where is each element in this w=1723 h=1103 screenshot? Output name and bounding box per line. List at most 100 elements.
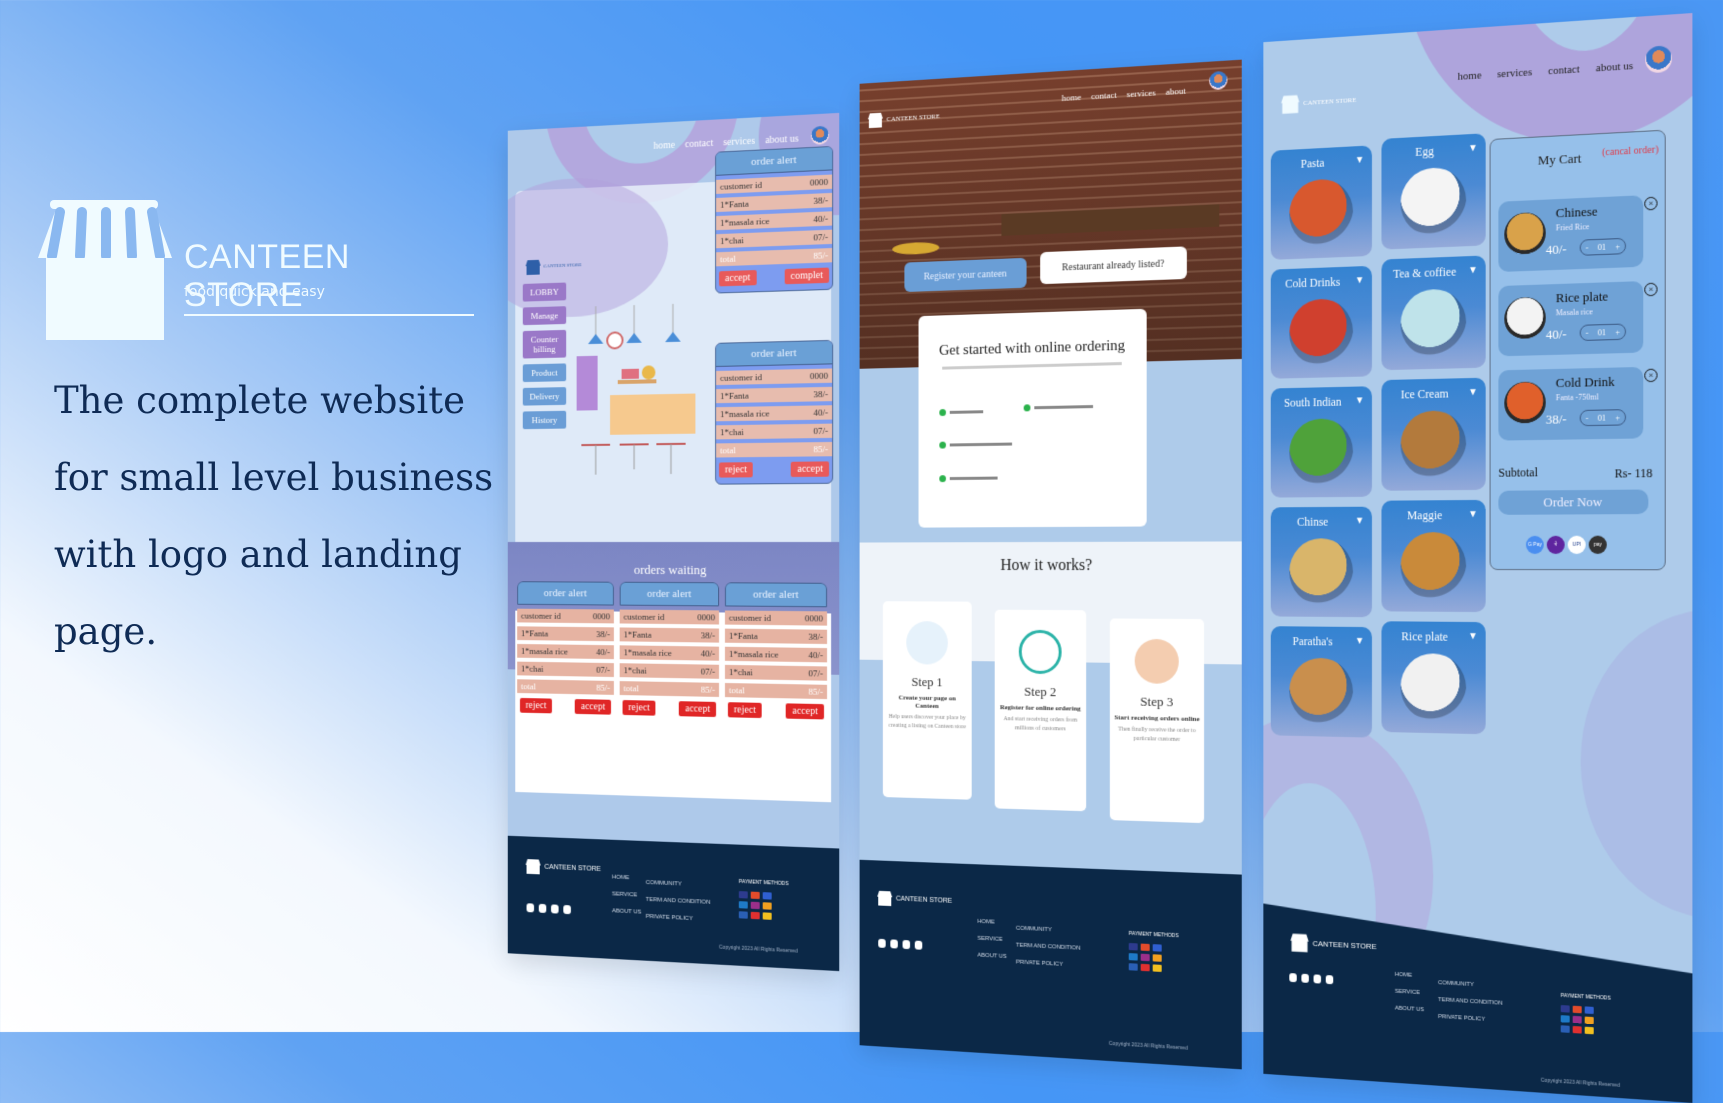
category-card[interactable]: Maggie ▼ (1381, 500, 1485, 612)
nav-link[interactable]: services (723, 136, 755, 149)
chevron-down-icon[interactable]: ▼ (1355, 395, 1364, 406)
reject-button[interactable]: reject (520, 698, 552, 713)
chevron-down-icon[interactable]: ▼ (1468, 143, 1478, 155)
twitter-icon[interactable] (1326, 975, 1334, 984)
footer-link[interactable]: SERVICE (612, 886, 641, 904)
sidebar-button[interactable]: LOBBY (523, 283, 566, 302)
payment-option-icon[interactable]: UPI (1568, 536, 1586, 554)
category-card[interactable]: Ice Cream ▼ (1381, 378, 1485, 491)
quantity-stepper[interactable]: -01+ (1580, 409, 1626, 426)
category-card[interactable]: Paratha's ▼ (1271, 626, 1372, 737)
remove-item-icon[interactable]: × (1644, 197, 1657, 211)
footer-link[interactable]: SERVICE (1395, 984, 1424, 1003)
sidebar-button[interactable]: Product (523, 363, 566, 382)
decrement-button[interactable]: - (1586, 413, 1589, 422)
menu-logo: CANTEEN STORE (1280, 90, 1356, 114)
whatsapp-icon[interactable] (551, 904, 559, 913)
nav-link[interactable]: contact (1548, 63, 1580, 77)
order-action-button[interactable]: accept (719, 270, 756, 286)
nav-link[interactable]: about us (1596, 60, 1633, 75)
chevron-down-icon[interactable]: ▼ (1468, 509, 1478, 520)
sidebar-button[interactable]: Counter billing (523, 330, 566, 359)
accept-button[interactable]: accept (786, 703, 824, 719)
register-canteen-button[interactable]: Register your canteen (904, 258, 1026, 292)
step-title: Step 1 (883, 674, 972, 691)
admin-logo: CANTEEN STORE (525, 257, 582, 275)
category-card[interactable]: Rice plate ▼ (1381, 621, 1485, 734)
footer-link[interactable]: PRIVATE POLICY (646, 909, 711, 929)
facebook-icon[interactable] (890, 939, 897, 948)
chevron-down-icon[interactable]: ▼ (1355, 636, 1364, 647)
decrement-button[interactable]: - (1586, 243, 1589, 252)
quantity-stepper[interactable]: -01+ (1580, 238, 1626, 256)
nav-link[interactable]: home (654, 140, 676, 152)
instagram-icon[interactable] (878, 939, 885, 948)
headline: The complete websitefor small level busi… (54, 362, 494, 670)
chevron-down-icon[interactable]: ▼ (1355, 155, 1364, 166)
category-card[interactable]: Tea & coffiee ▼ (1381, 255, 1485, 370)
order-action-button[interactable]: reject (719, 462, 753, 477)
remove-item-icon[interactable]: × (1644, 283, 1657, 297)
order-action-button[interactable]: complet (784, 268, 829, 285)
nav-link[interactable]: home (1062, 92, 1082, 103)
footer-link[interactable]: PRIVATE POLICY (1016, 954, 1081, 974)
whatsapp-icon[interactable] (1314, 974, 1321, 983)
chevron-down-icon[interactable]: ▼ (1468, 265, 1478, 276)
instagram-icon[interactable] (1289, 973, 1296, 982)
payment-option-icon[interactable]: pay (1589, 536, 1607, 554)
category-card[interactable]: Chinse ▼ (1271, 507, 1372, 618)
twitter-icon[interactable] (563, 905, 571, 914)
checklist-item (939, 475, 997, 483)
reject-button[interactable]: reject (728, 702, 762, 718)
decrement-button[interactable]: - (1586, 328, 1589, 337)
payment-option-icon[interactable]: G Pay (1526, 536, 1544, 554)
order-now-button[interactable]: Order Now (1498, 489, 1648, 514)
nav-link[interactable]: services (1497, 66, 1532, 80)
nav-link[interactable]: about (1166, 86, 1186, 97)
order-action-button[interactable]: accept (791, 461, 829, 477)
remove-item-icon[interactable]: × (1644, 369, 1657, 383)
increment-button[interactable]: + (1615, 413, 1620, 422)
quantity-stepper[interactable]: -01+ (1580, 323, 1626, 341)
footer-link[interactable]: HOME (612, 870, 641, 888)
chevron-down-icon[interactable]: ▼ (1355, 516, 1364, 527)
footer-link[interactable]: SERVICE (977, 931, 1006, 949)
accept-button[interactable]: accept (679, 701, 716, 717)
whatsapp-icon[interactable] (903, 940, 911, 949)
footer-link[interactable]: HOME (1395, 967, 1424, 985)
nav-link[interactable]: about us (765, 133, 799, 146)
category-card[interactable]: Cold Drinks ▼ (1271, 266, 1372, 379)
payment-methods-title: PAYMENT METHODS (1129, 931, 1179, 939)
increment-button[interactable]: + (1615, 327, 1620, 336)
facebook-icon[interactable] (1301, 974, 1308, 983)
sidebar-button[interactable]: History (523, 411, 566, 429)
footer-link[interactable]: HOME (977, 914, 1006, 932)
nav-link[interactable]: services (1127, 87, 1156, 99)
footer-link[interactable]: ABOUT US (612, 903, 641, 921)
restaurant-listed-button[interactable]: Restaurant already listed? (1040, 246, 1187, 284)
payment-option-icon[interactable]: पे (1547, 536, 1565, 554)
twitter-icon[interactable] (915, 941, 923, 950)
chevron-down-icon[interactable]: ▼ (1468, 631, 1478, 642)
accept-button[interactable]: accept (575, 699, 611, 715)
facebook-icon[interactable] (539, 904, 547, 913)
instagram-icon[interactable] (527, 903, 535, 912)
food-image (1289, 538, 1353, 605)
sidebar-button[interactable]: Manage (523, 306, 566, 325)
chevron-down-icon[interactable]: ▼ (1355, 275, 1364, 286)
menu-logo-text: CANTEEN STORE (1303, 96, 1356, 107)
category-card[interactable]: Pasta ▼ (1271, 145, 1372, 260)
nav-link[interactable]: contact (1091, 90, 1117, 102)
footer-link[interactable]: ABOUT US (1395, 1001, 1424, 1020)
nav-link[interactable]: contact (685, 138, 713, 150)
cancel-order-link[interactable]: (cancal order) (1602, 144, 1659, 158)
footer-link[interactable]: ABOUT US (977, 948, 1006, 966)
chevron-down-icon[interactable]: ▼ (1468, 387, 1478, 398)
category-card[interactable]: South Indian ▼ (1271, 386, 1372, 497)
category-card[interactable]: Egg ▼ (1381, 133, 1485, 249)
sidebar-button[interactable]: Delivery (523, 387, 566, 406)
reject-button[interactable]: reject (623, 700, 656, 716)
increment-button[interactable]: + (1615, 242, 1620, 251)
footer-logo: CANTEEN STORE (1289, 932, 1376, 956)
nav-link[interactable]: home (1458, 69, 1482, 82)
